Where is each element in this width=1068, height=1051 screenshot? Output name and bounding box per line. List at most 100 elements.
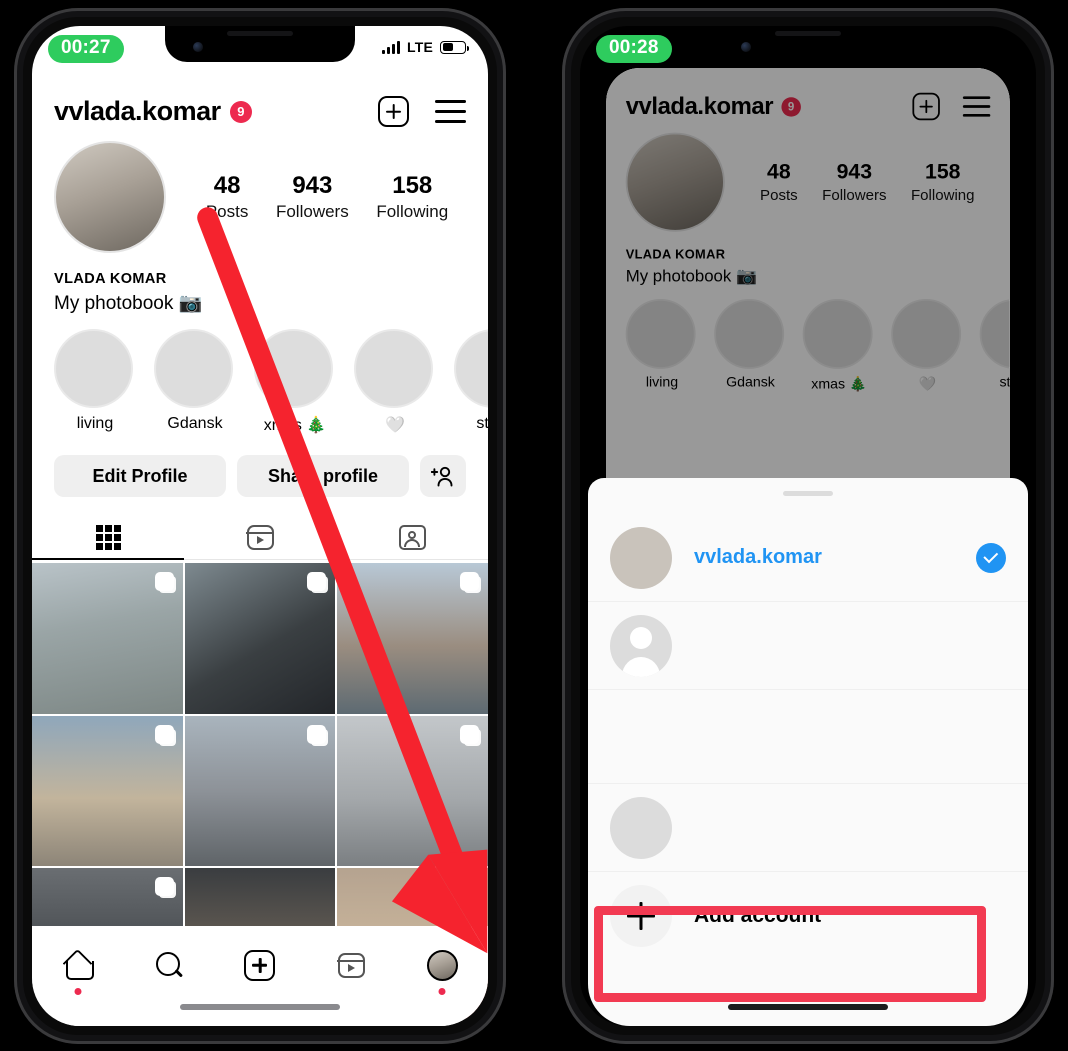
grid-icon (95, 524, 121, 550)
check-icon (976, 542, 1006, 573)
highlight-cover (354, 329, 433, 408)
post-thumbnail[interactable] (32, 715, 183, 867)
phone-right: 00:28 vvlada.komar 9 48 Posts 943 Follow… (562, 8, 1054, 1044)
account-switcher-sheet: vvlada.komar Add account (588, 478, 1028, 1026)
carousel-icon (460, 877, 479, 897)
screenshot-stage: 00:27 LTE vvlada.komar 9 48 Posts 943 Fo… (0, 0, 1068, 1051)
sheet-grabber[interactable] (783, 491, 833, 496)
status-bar-left: 00:27 LTE (32, 26, 488, 68)
highlight-label: living (76, 415, 114, 432)
account-row-placeholder[interactable] (588, 602, 1028, 690)
tab-tagged[interactable] (336, 515, 488, 559)
highlight-label: stock (476, 415, 488, 432)
status-time: 00:28 (596, 35, 672, 63)
stat-posts[interactable]: 48 Posts (206, 172, 249, 222)
profile-tabs (32, 515, 488, 560)
instagram-profile-screen: 00:27 LTE vvlada.komar 9 48 Posts 943 Fo… (32, 26, 488, 1026)
account-row-selected[interactable]: vvlada.komar (588, 514, 1028, 602)
profile-header: vvlada.komar 9 (32, 68, 488, 135)
account-row-blank[interactable] (588, 690, 1028, 784)
nav-reels[interactable] (323, 942, 379, 988)
post-thumbnail[interactable] (184, 563, 336, 714)
carousel-icon (307, 572, 327, 591)
hamburger-menu-icon (435, 100, 466, 123)
profile-bio: VLADA KOMAR My photobook 📷 (32, 253, 488, 315)
edit-profile-button[interactable]: Edit Profile (54, 455, 226, 497)
status-indicators: LTE (381, 35, 469, 55)
carousel-icon (460, 572, 479, 591)
post-thumbnail[interactable] (337, 563, 488, 714)
phone-right-screen: 00:28 vvlada.komar 9 48 Posts 943 Follow… (580, 26, 1036, 1026)
stat-followers[interactable]: 943 Followers (276, 172, 349, 222)
profile-username[interactable]: vvlada.komar 9 (54, 96, 252, 127)
status-bar-right: 00:28 (580, 26, 1036, 68)
account-row-loading[interactable] (588, 784, 1028, 872)
account-avatar-placeholder (610, 796, 672, 859)
plus-box-icon (378, 96, 409, 127)
nav-home[interactable] (50, 942, 106, 995)
profile-avatar[interactable] (54, 141, 166, 253)
add-account-label: Add account (694, 904, 822, 927)
nav-dot (74, 988, 82, 995)
highlight-heart[interactable]: 🤍 (354, 329, 436, 435)
profile-scroll-area[interactable]: vvlada.komar 9 48 Posts 943 Followers 15… (32, 68, 488, 1026)
share-profile-button[interactable]: Share profile (237, 455, 409, 497)
highlight-label: Gdansk (167, 415, 223, 432)
stat-following-label: Following (376, 201, 449, 221)
nav-dot (438, 988, 446, 995)
stat-following[interactable]: 158 Following (376, 172, 448, 222)
nav-search[interactable] (141, 942, 197, 988)
story-highlights[interactable]: living Gdansk xmas 🎄 🤍 st (32, 315, 488, 435)
carousel-icon (460, 724, 479, 744)
default-avatar-icon (610, 614, 672, 677)
search-icon (155, 951, 183, 979)
phone-left-screen: 00:27 LTE vvlada.komar 9 48 Posts 943 Fo… (32, 26, 488, 1026)
profile-summary-row: 48 Posts 943 Followers 158 Following (32, 135, 488, 253)
battery-icon (440, 40, 469, 54)
nav-create[interactable] (232, 942, 288, 988)
discover-people-button[interactable] (420, 455, 466, 497)
plus-box-icon (244, 949, 276, 981)
home-icon (63, 951, 94, 980)
profile-actions: Edit Profile Share profile (32, 435, 488, 497)
create-post-button[interactable] (378, 96, 409, 127)
profile-username-text: vvlada.komar (54, 96, 221, 126)
account-username: vvlada.komar (694, 546, 822, 568)
bottom-navigation-bar (32, 926, 488, 1026)
carousel-icon (154, 572, 174, 591)
stat-followers-label: Followers (275, 201, 349, 221)
add-person-icon (431, 466, 453, 487)
highlight-cover (454, 329, 488, 408)
stat-followers-count: 943 (292, 172, 333, 200)
carousel-icon (154, 724, 174, 744)
home-indicator[interactable] (728, 1004, 888, 1010)
network-type-label: LTE (406, 39, 433, 55)
tab-grid[interactable] (32, 515, 184, 560)
highlight-gdansk[interactable]: Gdansk (154, 329, 236, 435)
notification-badge: 9 (229, 100, 252, 123)
reels-icon (337, 952, 365, 978)
post-thumbnail[interactable] (337, 715, 488, 867)
plus-icon (610, 885, 672, 947)
post-thumbnail[interactable] (32, 563, 183, 714)
tab-reels[interactable] (184, 515, 336, 559)
post-thumbnail[interactable] (184, 715, 336, 867)
signal-bars-icon (381, 40, 400, 54)
reels-icon (246, 524, 274, 550)
highlight-xmas[interactable]: xmas 🎄 (254, 329, 336, 435)
tagged-icon (398, 524, 426, 550)
highlight-stock[interactable]: stock (454, 329, 488, 435)
profile-stats: 48 Posts 943 Followers 158 Following (166, 172, 466, 222)
stat-posts-count: 48 (213, 172, 241, 200)
carousel-icon (154, 877, 174, 897)
account-avatar (610, 526, 672, 589)
nav-profile[interactable] (414, 942, 470, 995)
highlight-label: xmas 🎄 (263, 417, 327, 434)
status-time: 00:27 (48, 35, 124, 63)
highlight-cover (254, 329, 333, 408)
highlight-living[interactable]: living (54, 329, 136, 435)
menu-button[interactable] (435, 100, 466, 123)
add-account-button[interactable]: Add account (588, 872, 1028, 960)
profile-avatar-icon (426, 949, 458, 981)
home-indicator[interactable] (180, 1004, 340, 1010)
